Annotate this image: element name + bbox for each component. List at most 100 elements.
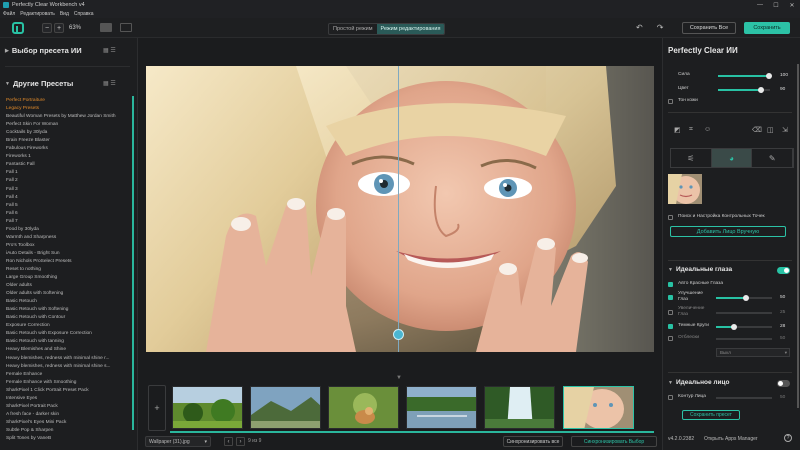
dark-circles-checkbox[interactable] [668,324,673,329]
preset-tree-item[interactable]: iAuto Details - Bright Sun [6,250,130,258]
preset-tree-item[interactable]: Heavy blemishes, redness with minimal sh… [6,363,130,371]
maximize-button[interactable]: ☐ [768,0,784,10]
preset-tree-item[interactable]: Legacy Presets [6,105,130,113]
color-knob[interactable] [758,87,764,93]
preset-tree-item[interactable]: Heavy blemishes, redness with minimal sh… [6,355,130,363]
detected-face-thumbnail[interactable] [668,174,702,204]
preset-tree-item[interactable]: Warmth and Sharpness [6,234,130,242]
face-icon[interactable]: ☺ [704,126,711,133]
next-image-button[interactable]: › [236,437,245,446]
thumbnail-6-selected[interactable] [563,386,634,429]
delete-icon[interactable]: ⌫ [752,126,762,134]
preset-tree-item[interactable]: Pro's Toolbox [6,242,130,250]
preset-tree-item[interactable]: Heavy Blemishes and Shine [6,346,130,354]
preset-tree-item[interactable]: Fabulous Fireworks [6,145,130,153]
preset-tree-item[interactable]: Exposure Correction [6,322,130,330]
preset-tree-item[interactable]: Basic Retouch with Contour [6,314,130,322]
catchlight-checkbox[interactable] [668,336,673,341]
perfect-face-header[interactable]: ▼ Идеальное лицо [668,379,730,386]
preset-tree-item[interactable]: A fresh face - darker skin [6,411,130,419]
preset-tree-item[interactable]: Intensive Eyes [6,395,130,403]
edit-mode-tab[interactable]: Режим редактирования [376,24,445,34]
sync-all-button[interactable]: Синхронизировать все [503,436,563,447]
preset-tree-item[interactable]: Female Enhance with Smoothing [6,379,130,387]
preset-tree-item[interactable]: Fall 1 [6,169,130,177]
minimize-button[interactable]: — [752,0,768,10]
preset-tree-item[interactable]: Fall 3 [6,186,130,194]
adjust-icon[interactable]: ◩ [674,126,681,134]
eye-enlarge-slider[interactable] [716,312,772,314]
main-photo[interactable] [146,66,654,352]
split-view-icon[interactable] [120,23,132,32]
catchlight-select[interactable]: Выкл ▾ [716,348,790,357]
face-contour-checkbox[interactable] [668,395,673,400]
preset-tree-item[interactable]: Fall 7 [6,218,130,226]
simple-mode-tab[interactable]: Простой режим [329,24,377,34]
dark-circles-slider[interactable] [716,324,772,330]
strength-knob[interactable] [766,73,772,79]
preset-tree-item[interactable]: Basic Retouch with tanning [6,338,130,346]
save-all-button[interactable]: Сохранить Все [682,22,736,34]
zoom-out-button[interactable]: − [42,23,52,33]
preset-tree-item[interactable]: Basic Retouch [6,298,130,306]
preset-tree-item[interactable]: Fall 4 [6,194,130,202]
auto-red-eye-checkbox[interactable] [668,282,673,287]
preset-tree-item[interactable]: Food by 30lyda [6,226,130,234]
redo-icon[interactable]: ↷ [657,23,664,32]
preset-tree-item[interactable]: Large Group Smoothing [6,274,130,282]
skin-tone-checkbox[interactable] [668,99,673,104]
menu-view[interactable]: Вид [60,11,69,17]
sync-selected-button[interactable]: Синхронизировать Выбор [571,436,657,447]
edit-tab-icon[interactable]: ✎ [752,149,794,167]
face-search-checkbox[interactable] [668,215,673,220]
filmstrip-scrollbar[interactable] [170,431,654,433]
ai-preset-header[interactable]: ▶ Выбор пресета ИИ [5,46,82,55]
collapse-filmstrip-icon[interactable]: ▼ [396,375,402,381]
perfect-eyes-toggle[interactable] [777,267,790,274]
zoom-in-button[interactable]: + [54,23,64,33]
left-scrollbar[interactable] [132,96,134,430]
preset-tree-item[interactable]: Fall 2 [6,177,130,185]
preset-tree-item[interactable]: Older adults with Softening [6,290,130,298]
preset-tree-item[interactable]: SharkPixel 1 Click Portrait Preset Pack [6,387,130,395]
preset-tree-item[interactable]: Basic Retouch with Softening [6,306,130,314]
preset-tree-item[interactable]: Brain Freeze Blaster [6,137,130,145]
single-view-icon[interactable] [100,23,112,32]
preset-tree-item[interactable]: Cocktails by 30lyda [6,129,130,137]
eye-enhance-knob[interactable] [743,295,749,301]
split-handle[interactable] [393,329,404,340]
preset-tree-item[interactable]: Ron Nichols ProSelect Presets [6,258,130,266]
add-face-button[interactable]: Добавить Лицо Вручную [670,226,786,237]
help-icon[interactable]: ? [784,434,792,442]
add-images-button[interactable]: + [148,385,166,431]
menu-file[interactable]: Файл [3,11,15,17]
perfect-face-toggle[interactable] [777,380,790,387]
catchlight-slider[interactable] [716,338,772,340]
preset-tree-item[interactable]: Fireworks 1 [6,153,130,161]
color-slider[interactable] [718,87,770,93]
thumbnail-4[interactable] [406,386,477,429]
thumbnail-5[interactable] [484,386,555,429]
eye-enlarge-checkbox[interactable] [668,310,673,315]
preset-tree-item[interactable]: Fall 6 [6,210,130,218]
perfect-eyes-header[interactable]: ▼ Идеальные глаза [668,266,732,273]
preset-tree-item[interactable]: Older adults [6,282,130,290]
crop-icon[interactable]: ⌗ [689,126,693,134]
preset-tree-item[interactable]: Reset to nothing [6,266,130,274]
export-icon[interactable]: ⇲ [782,126,788,134]
sliders-tab-icon[interactable]: ⚟ [671,149,712,167]
other-presets-header[interactable]: ▼ Другие Пресеты [5,79,73,88]
face-tab-icon[interactable]: ◕ [711,149,753,167]
preset-tree-item[interactable]: Fantastic Fall [6,161,130,169]
preset-tree-item[interactable]: Fall 5 [6,202,130,210]
undo-icon[interactable]: ↶ [636,23,643,32]
menu-edit[interactable]: Редактировать [20,11,55,17]
menu-help[interactable]: Справка [74,11,94,17]
close-button[interactable]: ✕ [784,0,800,10]
preset-tree-item[interactable]: Basic Retouch with Exposure Correction [6,330,130,338]
preset-tree-item[interactable]: Female Enhance [6,371,130,379]
eye-enhance-slider[interactable] [716,295,772,301]
file-select[interactable]: Wallpaper (31).jpg ▾ [145,436,211,447]
preset-tree-item[interactable]: Beautiful Woman Presets by Matthew Jorda… [6,113,130,121]
eye-enhance-checkbox[interactable] [668,295,673,300]
